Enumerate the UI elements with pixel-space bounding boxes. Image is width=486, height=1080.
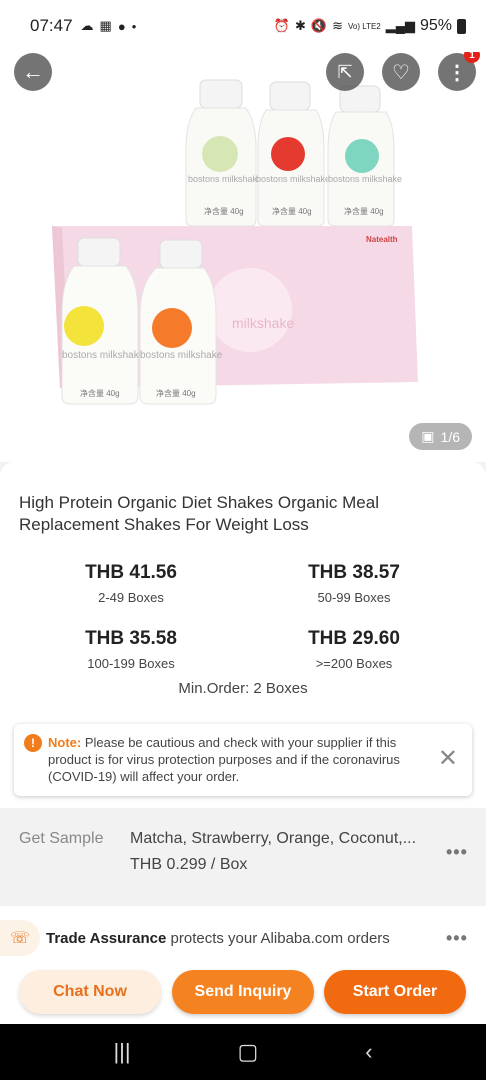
box-label: milkshake — [232, 315, 294, 331]
more-horizontal-icon[interactable]: ••• — [446, 928, 468, 949]
svg-text:净含量 40g: 净含量 40g — [156, 388, 196, 398]
cloud-icon: ☁ — [80, 18, 94, 33]
arrow-left-icon: ← — [22, 59, 44, 84]
signal-label: Vo) LTE2 — [347, 21, 381, 31]
min-order: Min.Order: 2 Boxes — [178, 680, 308, 697]
mute-icon: 🔇 — [310, 18, 328, 33]
image-counter-text: 1/6 — [440, 428, 460, 445]
alarm-icon: ⏰ — [273, 18, 290, 33]
price-quantity: 2-49 Boxes — [98, 590, 164, 605]
svg-text:净含量 40g: 净含量 40g — [344, 206, 384, 216]
trade-assurance-icon: ☏ — [0, 920, 40, 956]
svg-text:bostons milkshake: bostons milkshake — [188, 174, 262, 184]
more-vertical-icon: ⋮ — [447, 61, 467, 84]
price-amount: THB 38.57 — [308, 562, 400, 583]
back-nav-icon[interactable]: ‹ — [365, 1039, 372, 1065]
app-icon: ● — [117, 18, 126, 34]
price-quantity: 50-99 Boxes — [317, 590, 391, 605]
image-counter: ▣ 1/6 — [409, 423, 472, 450]
product-info: High Protein Organic Diet Shakes Organic… — [0, 462, 486, 712]
notice-text: Please be cautious and check with your s… — [48, 735, 400, 784]
svg-text:bostons milkshake: bostons milkshake — [140, 350, 223, 361]
price-tier: THB 38.57 50-99 Boxes — [254, 562, 454, 605]
price-tier: THB 41.56 2-49 Boxes — [31, 562, 231, 605]
get-sample-row[interactable]: Get Sample Matcha, Strawberry, Orange, C… — [0, 810, 486, 892]
price-amount: THB 29.60 — [308, 628, 400, 649]
svg-text:净含量 40g: 净含量 40g — [204, 206, 244, 216]
image-icon: ▣ — [421, 428, 435, 444]
product-title: High Protein Organic Diet Shakes Organic… — [19, 493, 379, 534]
status-time: 07:47 — [30, 16, 73, 35]
price-quantity: 100-199 Boxes — [87, 656, 175, 671]
share-button[interactable]: ⇱ — [326, 53, 364, 91]
svg-text:bostons milkshake: bostons milkshake — [328, 174, 402, 184]
signal-icon: ▂▄▆ — [385, 18, 415, 33]
battery-icon — [457, 18, 466, 34]
product-photo: milkshake Natealth bostons milkshake 净含量… — [52, 79, 418, 405]
gallery-icon: ▦ — [99, 18, 112, 33]
box-brand: Natealth — [366, 235, 398, 244]
status-bar: 07:47 ☁ ▦ ● • ⏰ ✱ 🔇 ≋ Vo) LTE2 ▂▄▆ 95% — [0, 0, 486, 52]
bluetooth-icon: ✱ — [294, 18, 306, 33]
price-amount: THB 35.58 — [85, 628, 177, 649]
price-tier: THB 29.60 >=200 Boxes — [254, 628, 454, 671]
price-amount: THB 41.56 — [85, 562, 177, 583]
home-icon[interactable]: ▢ — [238, 1039, 259, 1065]
favorite-button[interactable]: ♡ — [382, 53, 420, 91]
svg-text:净含量 40g: 净含量 40g — [272, 206, 312, 216]
close-icon[interactable]: ✕ — [438, 747, 458, 771]
wifi-icon: ≋ — [332, 18, 343, 33]
price-tier: THB 35.58 100-199 Boxes — [31, 628, 231, 671]
trade-assurance-title: Trade Assurance — [46, 930, 167, 947]
price-quantity: >=200 Boxes — [315, 656, 393, 671]
start-order-button[interactable]: Start Order — [324, 970, 466, 1014]
sample-price: THB 0.299 / Box — [130, 856, 248, 873]
heart-icon: ♡ — [392, 61, 410, 84]
system-nav-bar: ||| ▢ ‹ — [0, 1024, 486, 1080]
svg-text:净含量 40g: 净含量 40g — [80, 388, 120, 398]
more-menu-button[interactable]: ⋮ 1 — [438, 52, 480, 91]
svg-text:bostons milkshake: bostons milkshake — [62, 350, 145, 361]
dot-icon: • — [131, 18, 137, 34]
warning-icon: ! — [24, 734, 42, 752]
back-button[interactable]: ← — [14, 53, 52, 91]
battery-level: 95% — [419, 17, 452, 34]
sample-label: Get Sample — [19, 830, 104, 847]
covid-notice: ! Note: Please be cautious and check wit… — [14, 724, 472, 796]
notice-label: Note: — [48, 735, 82, 750]
svg-text:bostons milkshake: bostons milkshake — [256, 174, 330, 184]
trade-assurance-text: protects your Alibaba.com orders — [166, 930, 390, 947]
sample-flavors: Matcha, Strawberry, Orange, Coconut,... — [130, 830, 417, 847]
share-icon: ⇱ — [337, 61, 353, 82]
more-horizontal-icon[interactable]: ••• — [446, 842, 468, 863]
chat-now-button[interactable]: Chat Now — [19, 970, 161, 1014]
recent-apps-icon[interactable]: ||| — [113, 1039, 130, 1065]
product-image-gallery[interactable]: milkshake Natealth bostons milkshake 净含量… — [0, 52, 486, 462]
send-inquiry-button[interactable]: Send Inquiry — [172, 970, 314, 1014]
